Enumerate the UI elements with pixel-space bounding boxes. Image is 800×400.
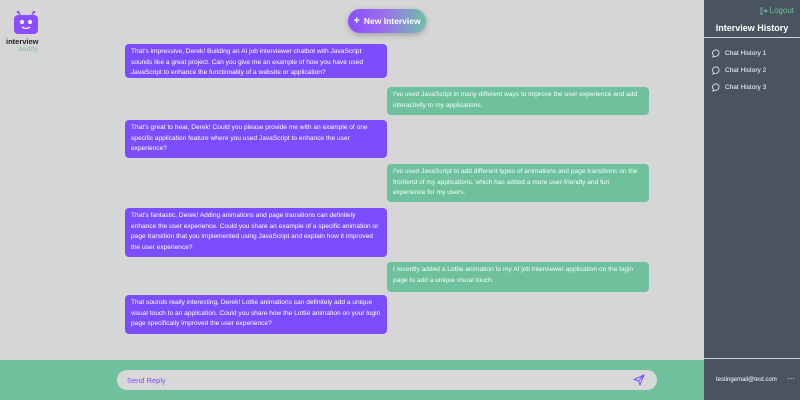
chat-thread: That's impressive, Derek! Building an AI… [0,0,704,360]
user-message: I've used JavaScript in many different w… [387,87,649,115]
chat-main-area: That's impressive, Derek! Building an AI… [0,0,704,400]
send-icon[interactable] [633,374,645,386]
chat-bubble-icon [712,83,720,92]
history-sidebar: Logout Interview History Chat History 1 … [704,0,800,400]
reply-input[interactable] [117,370,657,390]
chat-bubble-icon [712,49,720,58]
new-interview-label: New Interview [363,16,421,26]
new-interview-button[interactable]: + New Interview [348,9,426,33]
logout-button[interactable]: Logout [760,6,794,15]
logout-icon [760,7,768,14]
user-message: I recently added a Lottie animation to m… [387,262,649,292]
reply-bar [0,360,704,400]
robot-icon [14,11,38,34]
bot-message: That's fantastic, Derek! Adding animatio… [125,208,387,257]
history-item[interactable]: Chat History 1 [712,49,766,58]
bot-message: That's impressive, Derek! Building an AI… [125,44,387,78]
history-item[interactable]: Chat History 3 [712,83,766,92]
app-logo[interactable]: interview buddy [6,8,46,53]
history-label: Chat History 1 [725,50,767,57]
chat-bubble-icon [712,66,720,75]
plus-icon: + [353,15,360,27]
history-label: Chat History 2 [725,67,767,74]
history-item[interactable]: Chat History 2 [712,66,766,75]
divider [704,37,800,38]
history-label: Chat History 3 [725,84,767,91]
user-message: I've used JavaScript to add different ty… [387,164,649,202]
divider [704,358,800,359]
logo-text: interview [6,37,39,46]
logo-subtext: buddy [19,46,38,53]
user-email: testingemail@test.com [716,377,777,383]
more-options-icon[interactable]: ··· [787,374,795,383]
bot-message: That's great to hear, Derek! Could you p… [125,120,387,158]
bot-message: That sounds really interesting, Derek! L… [125,295,387,334]
sidebar-title: Interview History [715,23,789,33]
logout-label: Logout [769,6,794,15]
